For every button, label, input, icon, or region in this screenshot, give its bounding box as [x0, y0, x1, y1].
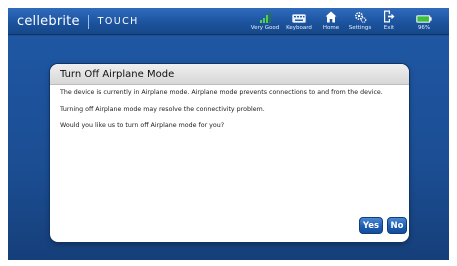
home-button[interactable]: Home: [320, 10, 342, 34]
yes-button[interactable]: Yes: [359, 217, 383, 234]
top-bar: cellebrite TOUCH Very Good Keyboard Home…: [8, 8, 449, 35]
battery-label: 96%: [417, 25, 431, 31]
no-button[interactable]: No: [387, 217, 407, 234]
battery-fill: [417, 16, 430, 22]
dialog-message-2: Turning off Airplane mode may resolve th…: [60, 105, 265, 113]
settings-label: Settings: [348, 25, 372, 31]
app-screen: cellebrite TOUCH Very Good Keyboard Home…: [8, 8, 449, 260]
brand-name: cellebrite: [17, 14, 80, 29]
battery-icon: [416, 10, 432, 23]
exit-button[interactable]: Exit: [379, 10, 399, 34]
dialog-body: The device is currently in Airplane mode…: [50, 85, 409, 131]
dialog-message-3: Would you like us to turn off Airplane m…: [60, 122, 225, 129]
airplane-mode-dialog: Turn Off Airplane Mode The device is cur…: [50, 64, 409, 242]
exit-icon: [383, 10, 395, 23]
home-icon: [325, 10, 337, 23]
dialog-title: Turn Off Airplane Mode: [60, 68, 175, 80]
brand-product: TOUCH: [97, 16, 139, 27]
settings-button[interactable]: Settings: [346, 10, 374, 34]
keyboard-icon: [292, 10, 306, 23]
home-label: Home: [322, 25, 340, 31]
signal-label: Very Good: [250, 25, 280, 31]
signal-icon: [259, 10, 271, 23]
settings-icon: [354, 10, 367, 23]
brand-logo: cellebrite TOUCH: [17, 13, 139, 30]
exit-label: Exit: [383, 25, 395, 31]
dialog-header: Turn Off Airplane Mode: [50, 64, 409, 85]
keyboard-label: Keyboard: [286, 25, 312, 31]
battery-indicator: 96%: [411, 10, 437, 34]
signal-indicator: Very Good: [250, 10, 280, 34]
keyboard-button[interactable]: Keyboard: [284, 10, 314, 34]
dialog-message-1: The device is currently in Airplane mode…: [60, 89, 383, 96]
brand-separator: [87, 14, 89, 29]
